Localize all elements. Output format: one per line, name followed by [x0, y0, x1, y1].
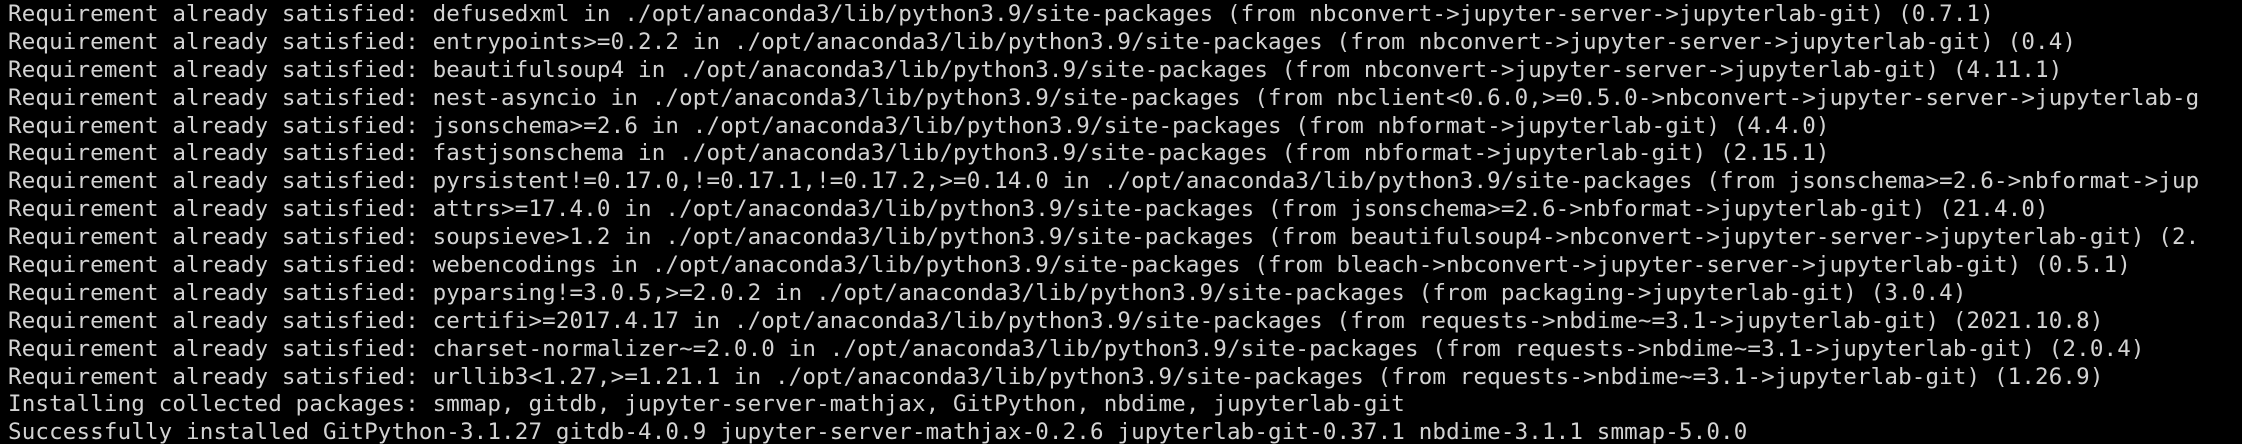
terminal-output[interactable]: Requirement already satisfied: defusedxm…	[0, 0, 2242, 444]
terminal-line: Requirement already satisfied: fastjsons…	[8, 140, 1830, 167]
terminal-line: Requirement already satisfied: webencodi…	[8, 252, 2131, 279]
terminal-line: Requirement already satisfied: entrypoin…	[8, 28, 2077, 55]
terminal-line: Requirement already satisfied: urllib3<1…	[8, 363, 2104, 390]
terminal-line: Requirement already satisfied: charset-n…	[8, 335, 2145, 362]
terminal-line: Installing collected packages: smmap, gi…	[8, 391, 1406, 418]
terminal-line: Requirement already satisfied: defusedxm…	[8, 1, 1994, 27]
terminal-line: Successfully installed GitPython-3.1.27 …	[8, 419, 1748, 444]
terminal-line: Requirement already satisfied: certifi>=…	[8, 307, 2104, 334]
terminal-line: Requirement already satisfied: pyparsing…	[8, 279, 1967, 306]
terminal-line: Requirement already satisfied: beautiful…	[8, 56, 2063, 83]
terminal-line: Requirement already satisfied: pyrsisten…	[8, 168, 2200, 195]
terminal-line: Requirement already satisfied: jsonschem…	[8, 112, 1830, 139]
terminal-line: Requirement already satisfied: nest-asyn…	[8, 84, 2200, 111]
terminal-line: Requirement already satisfied: soupsieve…	[8, 224, 2200, 251]
terminal-line: Requirement already satisfied: attrs>=17…	[8, 196, 2049, 223]
